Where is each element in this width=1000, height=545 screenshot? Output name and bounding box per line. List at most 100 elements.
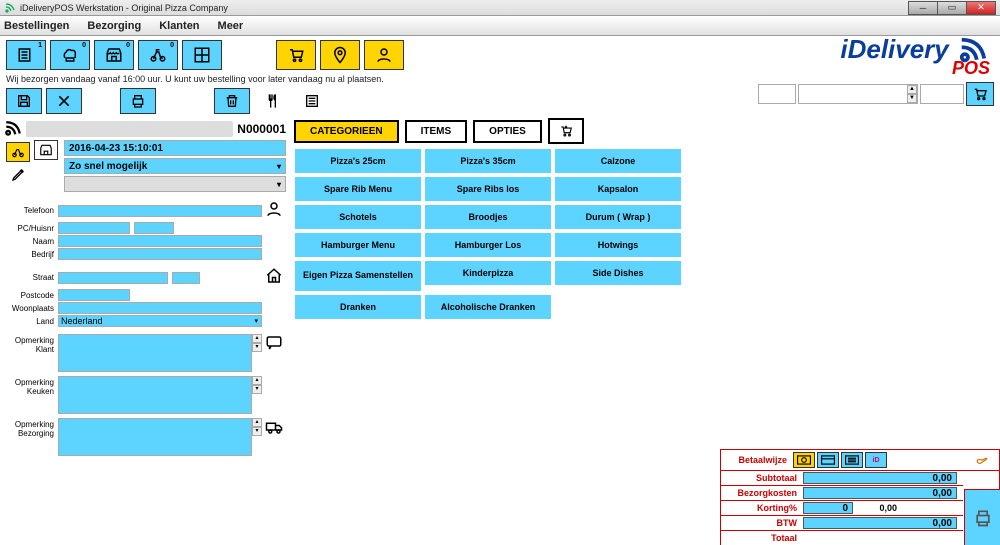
app-icon [4,2,16,14]
user-icon [265,200,283,218]
tab-opties[interactable]: OPTIES [473,120,542,143]
pay-cash-button[interactable] [793,452,815,468]
extra-select[interactable] [64,176,286,192]
input-woonplaats[interactable] [58,302,262,314]
label-postcode: Postcode [4,291,58,300]
pay-card-button[interactable] [817,452,839,468]
totals-panel: Betaalwijze iD Subtotaal 0,00 Bezorgkoste… [720,449,1000,545]
label-bezorgkosten: Bezorgkosten [727,488,797,498]
input-postcode[interactable] [58,289,130,301]
list-icon [294,88,330,114]
qty-down-button[interactable]: ▼ [907,94,917,103]
tab-cart-button[interactable] [548,118,584,144]
input-bedrijf[interactable] [58,248,262,260]
input-opm-bezorg[interactable] [58,418,252,456]
search-code-input[interactable] [758,84,796,104]
input-land[interactable]: Nederland▾ [58,315,262,327]
pay-invoice-button[interactable] [841,452,863,468]
location-button[interactable] [320,40,360,70]
delivery-mode-store-button[interactable] [34,140,58,160]
input-straat-nr[interactable] [172,272,200,284]
label-subtotaal: Subtotaal [727,473,797,483]
category-button[interactable]: Eigen Pizza Samenstellen [294,260,422,292]
order-form: N000001 2016-04-23 15:10:01 Zo snel moge… [0,118,290,545]
edit-icon[interactable] [11,166,27,182]
category-button[interactable]: Pizza's 25cm [294,148,422,174]
category-button[interactable]: Calzone [554,148,682,174]
value-korting: 0,00 [853,503,897,513]
customer-button[interactable] [364,40,404,70]
category-button[interactable]: Kapsalon [554,176,682,202]
label-woonplaats: Woonplaats [4,304,58,313]
pay-ideal-button[interactable]: iD [865,452,887,468]
spin-down[interactable]: ▾ [252,343,262,352]
add-to-cart-button[interactable] [966,82,994,106]
category-button[interactable]: Spare Rib Menu [294,176,422,202]
search-text-input[interactable] [920,84,964,104]
category-button[interactable]: Spare Ribs los [424,176,552,202]
label-bedrijf: Bedrijf [4,250,58,259]
category-button[interactable]: Alcoholische Dranken [424,294,552,320]
label-land: Land [4,317,58,326]
delivery-button[interactable]: 0 [138,40,178,70]
label-betaalwijze: Betaalwijze [727,455,787,465]
input-opm-keuken[interactable] [58,376,252,414]
tables-button[interactable] [182,40,222,70]
window-maximize-button[interactable]: ▭ [937,1,967,15]
category-button[interactable]: Broodjes [424,204,552,230]
menu-klanten[interactable]: Klanten [159,20,199,32]
delete-button[interactable] [214,88,250,114]
input-pc[interactable] [58,222,130,234]
category-button[interactable]: Hotwings [554,232,682,258]
category-button[interactable]: Pizza's 35cm [424,148,552,174]
category-button[interactable]: Side Dishes [554,260,682,286]
tab-categorieen[interactable]: CATEGORIEEN [294,120,399,143]
delivery-mode-scooter-button[interactable] [6,142,30,162]
qty-up-button[interactable]: ▲ [907,85,917,94]
window-title: iDeliveryPOS Werkstation - Original Pizz… [20,3,228,13]
label-btw: BTW [727,518,797,528]
category-button[interactable]: Hamburger Menu [294,232,422,258]
cancel-button[interactable] [46,88,82,114]
spin-up[interactable]: ▴ [252,334,262,343]
menu-bestellingen[interactable]: Bestellingen [4,20,69,32]
input-naam[interactable] [58,235,262,247]
input-telefoon[interactable] [58,205,262,217]
orders-list-button[interactable]: 1 [6,40,46,70]
search-qty-input[interactable] [798,84,918,104]
kitchen-button[interactable]: 0 [50,40,90,70]
category-button[interactable]: Durum ( Wrap ) [554,204,682,230]
input-straat[interactable] [58,272,168,284]
input-huisnr[interactable] [134,222,174,234]
order-slot [26,121,233,137]
delivery-time-select[interactable]: Zo snel mogelijk [64,158,286,174]
window-close-button[interactable]: ✕ [966,1,996,15]
checkout-print-button[interactable] [968,506,998,530]
product-search-bar: ▲ ▼ [758,82,994,106]
category-button[interactable]: Hamburger Los [424,232,552,258]
value-totaal [803,532,957,544]
label-pchuisnr: PC/Huisnr [4,224,58,233]
cart-button[interactable] [276,40,316,70]
menubar: Bestellingen Bezorging Klanten Meer [0,16,1000,36]
category-button[interactable]: Kinderpizza [424,260,552,286]
menu-meer[interactable]: Meer [218,20,244,32]
menu-bezorging[interactable]: Bezorging [87,20,141,32]
window-titlebar: iDeliveryPOS Werkstation - Original Pizz… [0,0,1000,16]
order-number: N000001 [237,122,286,136]
value-subtotaal: 0,00 [803,472,957,484]
category-button[interactable]: Dranken [294,294,422,320]
store-button[interactable]: 0 [94,40,134,70]
cutlery-icon [254,88,290,114]
window-minimize-button[interactable]: ─ [908,1,938,15]
tab-items[interactable]: ITEMS [405,120,468,143]
print-button[interactable] [120,88,156,114]
comment-icon [265,334,283,352]
category-button[interactable]: Schotels [294,204,422,230]
label-opm-keuken: Opmerking Keuken [4,376,58,396]
input-korting-pct[interactable]: 0 [803,502,853,514]
label-telefoon: Telefoon [4,206,58,215]
input-opm-klant[interactable] [58,334,252,372]
save-button[interactable] [6,88,42,114]
logo-text-1: iDelivery [840,34,948,64]
